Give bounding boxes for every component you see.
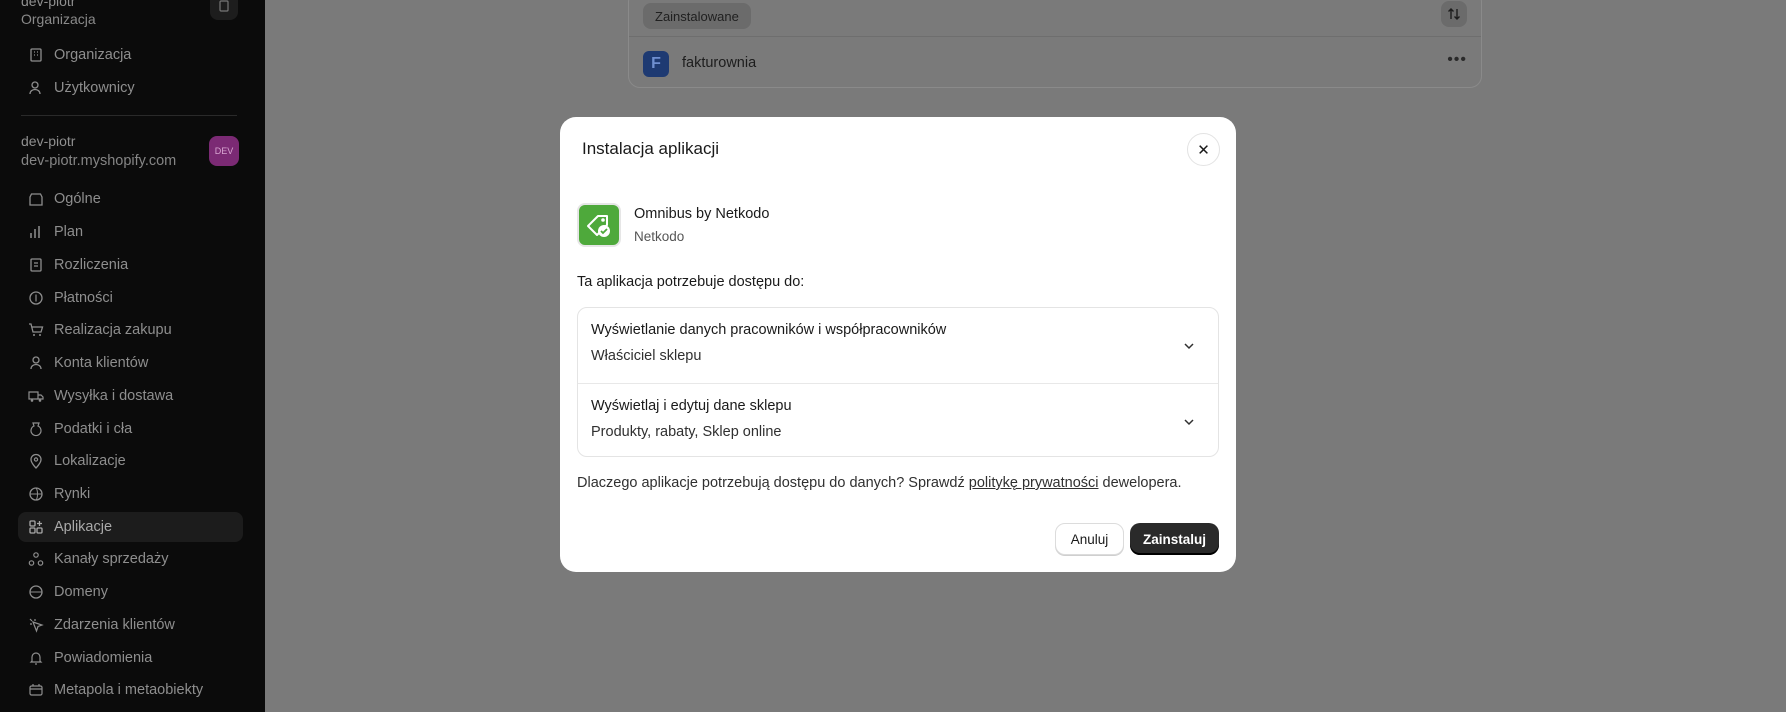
sort-icon: [1448, 8, 1460, 20]
sidebar-item-label: Ogólne: [54, 191, 101, 207]
store-icon: [28, 191, 44, 207]
tax-icon: [28, 421, 44, 437]
sidebar-item-realizacja-zakupu[interactable]: Realizacja zakupu: [18, 315, 243, 345]
chevron-down-icon: [1184, 419, 1194, 426]
install-app-modal: Instalacja aplikacji ✕ Omnibus by Netkod…: [560, 117, 1236, 572]
person-icon: [28, 355, 44, 371]
receipt-icon: [28, 257, 44, 273]
sidebar-item-label: Organizacja: [54, 47, 132, 63]
payment-icon: [28, 290, 44, 306]
store-name: dev-piotr: [21, 133, 76, 149]
install-button[interactable]: Zainstaluj: [1130, 523, 1219, 555]
sidebar-item-label: Wysyłka i dostawa: [54, 388, 174, 404]
access-heading: Ta aplikacja potrzebuje dostępu do:: [577, 274, 805, 290]
globe-icon: [28, 584, 44, 600]
sidebar-item-plan[interactable]: Plan: [18, 217, 243, 247]
cursor-icon: [28, 617, 44, 633]
privacy-policy-link[interactable]: politykę prywatności: [969, 475, 1099, 491]
sidebar-divider: [21, 115, 237, 116]
sidebar-item-kanaly-sprzedazy[interactable]: Kanały sprzedaży: [18, 544, 243, 574]
dev-store-badge: DEV: [209, 136, 239, 166]
privacy-note-end: dewelopera.: [1098, 475, 1182, 491]
sidebar-item-platnosci[interactable]: Płatności: [18, 283, 243, 313]
sidebar-item-powiadomienia[interactable]: Powiadomienia: [18, 643, 243, 673]
app-row-name: fakturownia: [682, 55, 757, 71]
sidebar-item-organizacja[interactable]: Organizacja: [18, 40, 243, 70]
sidebar-item-label: Rozliczenia: [54, 257, 129, 273]
permission-title: Wyświetlanie danych pracowników i współp…: [591, 322, 947, 338]
sidebar-item-label: Realizacja zakupu: [54, 322, 172, 338]
sidebar-item-aplikacje[interactable]: Aplikacje: [18, 512, 243, 542]
truck-icon: [28, 388, 44, 404]
installed-apps-toolbar: Zainstalowane: [629, 0, 1481, 37]
app-name: Omnibus by Netkodo: [634, 206, 770, 222]
chevron-down-icon: [1184, 343, 1194, 350]
sidebar-item-lokalizacje[interactable]: Lokalizacje: [18, 446, 243, 476]
sidebar-item-metapola[interactable]: Metapola i metaobiekty: [18, 675, 243, 705]
sidebar-item-ogolne[interactable]: Ogólne: [18, 184, 243, 214]
list-item[interactable]: F fakturownia •••: [629, 37, 1481, 89]
permission-title: Wyświetlaj i edytuj dane sklepu: [591, 398, 792, 414]
modal-title: Instalacja aplikacji: [582, 139, 720, 158]
organization-header: dev-piotr Organizacja: [21, 0, 241, 28]
document-icon: [219, 0, 229, 12]
privacy-note: Dlaczego aplikacje potrzebują dostępu do…: [577, 475, 1182, 491]
sidebar-item-domeny[interactable]: Domeny: [18, 577, 243, 607]
sidebar-item-label: Domeny: [54, 584, 108, 600]
building-icon: [28, 47, 44, 63]
sidebar-item-konta-klientow[interactable]: Konta klientów: [18, 348, 243, 378]
omnibus-app-icon: [577, 203, 621, 247]
sidebar-item-label: Zdarzenia klientów: [54, 617, 175, 633]
sidebar-item-label: Lokalizacje: [54, 453, 126, 469]
permissions-list: Wyświetlanie danych pracowników i współp…: [577, 307, 1219, 457]
app-developer: Netkodo: [634, 229, 685, 244]
store-header: dev-piotr dev-piotr.myshopify.com: [21, 132, 241, 172]
permission-item[interactable]: Wyświetlaj i edytuj dane sklepu Produkty…: [578, 383, 1218, 458]
users-icon: [28, 80, 44, 96]
sidebar-item-label: Użytkownicy: [54, 80, 135, 96]
sidebar-item-wysylka-i-dostawa[interactable]: Wysyłka i dostawa: [18, 381, 243, 411]
cancel-button[interactable]: Anuluj: [1055, 523, 1124, 555]
sidebar-item-label: Plan: [54, 224, 84, 240]
chart-icon: [28, 224, 44, 240]
sidebar-item-label: Metapola i metaobiekty: [54, 682, 204, 698]
installed-apps-card: Zainstalowane F fakturownia •••: [628, 0, 1482, 88]
close-button[interactable]: ✕: [1187, 133, 1220, 166]
organization-name: dev-piotr: [21, 0, 76, 9]
sidebar-item-label: Podatki i cła: [54, 421, 133, 437]
sidebar-item-label: Powiadomienia: [54, 650, 153, 666]
sidebar: dev-piotr Organizacja Organizacja Użytko…: [0, 0, 265, 712]
organization-doc-button[interactable]: [210, 0, 238, 20]
cart-icon: [28, 322, 44, 338]
permission-detail: Właściciel sklepu: [591, 348, 702, 364]
store-domain: dev-piotr.myshopify.com: [21, 153, 177, 169]
bell-icon: [28, 650, 44, 666]
sidebar-item-zdarzenia-klientow[interactable]: Zdarzenia klientów: [18, 610, 243, 640]
sidebar-item-uzytkownicy[interactable]: Użytkownicy: [18, 73, 243, 103]
sidebar-item-rozliczenia[interactable]: Rozliczenia: [18, 250, 243, 280]
database-icon: [28, 682, 44, 698]
globe-icon: [28, 486, 44, 502]
permission-detail: Produkty, rabaty, Sklep online: [591, 424, 782, 440]
sidebar-item-rynki[interactable]: Rynki: [18, 479, 243, 509]
channels-icon: [28, 551, 44, 567]
sidebar-item-label: Konta klientów: [54, 355, 149, 371]
filter-installed-tab[interactable]: Zainstalowane: [643, 3, 751, 29]
fakturownia-logo: F: [643, 51, 669, 77]
sidebar-item-podatki-i-cla[interactable]: Podatki i cła: [18, 414, 243, 444]
organization-label: Organizacja: [21, 11, 96, 27]
sidebar-item-label: Rynki: [54, 486, 91, 502]
apps-icon: [28, 519, 44, 535]
sidebar-item-label: Kanały sprzedaży: [54, 551, 169, 567]
permission-item[interactable]: Wyświetlanie danych pracowników i współp…: [578, 308, 1218, 383]
more-actions-icon[interactable]: •••: [1447, 51, 1467, 69]
sidebar-item-label: Aplikacje: [54, 519, 113, 535]
privacy-note-text: Dlaczego aplikacje potrzebują dostępu do…: [577, 475, 969, 491]
sort-button[interactable]: [1441, 1, 1467, 27]
sidebar-item-label: Płatności: [54, 290, 113, 306]
location-icon: [28, 453, 44, 469]
close-icon: ✕: [1197, 141, 1210, 159]
